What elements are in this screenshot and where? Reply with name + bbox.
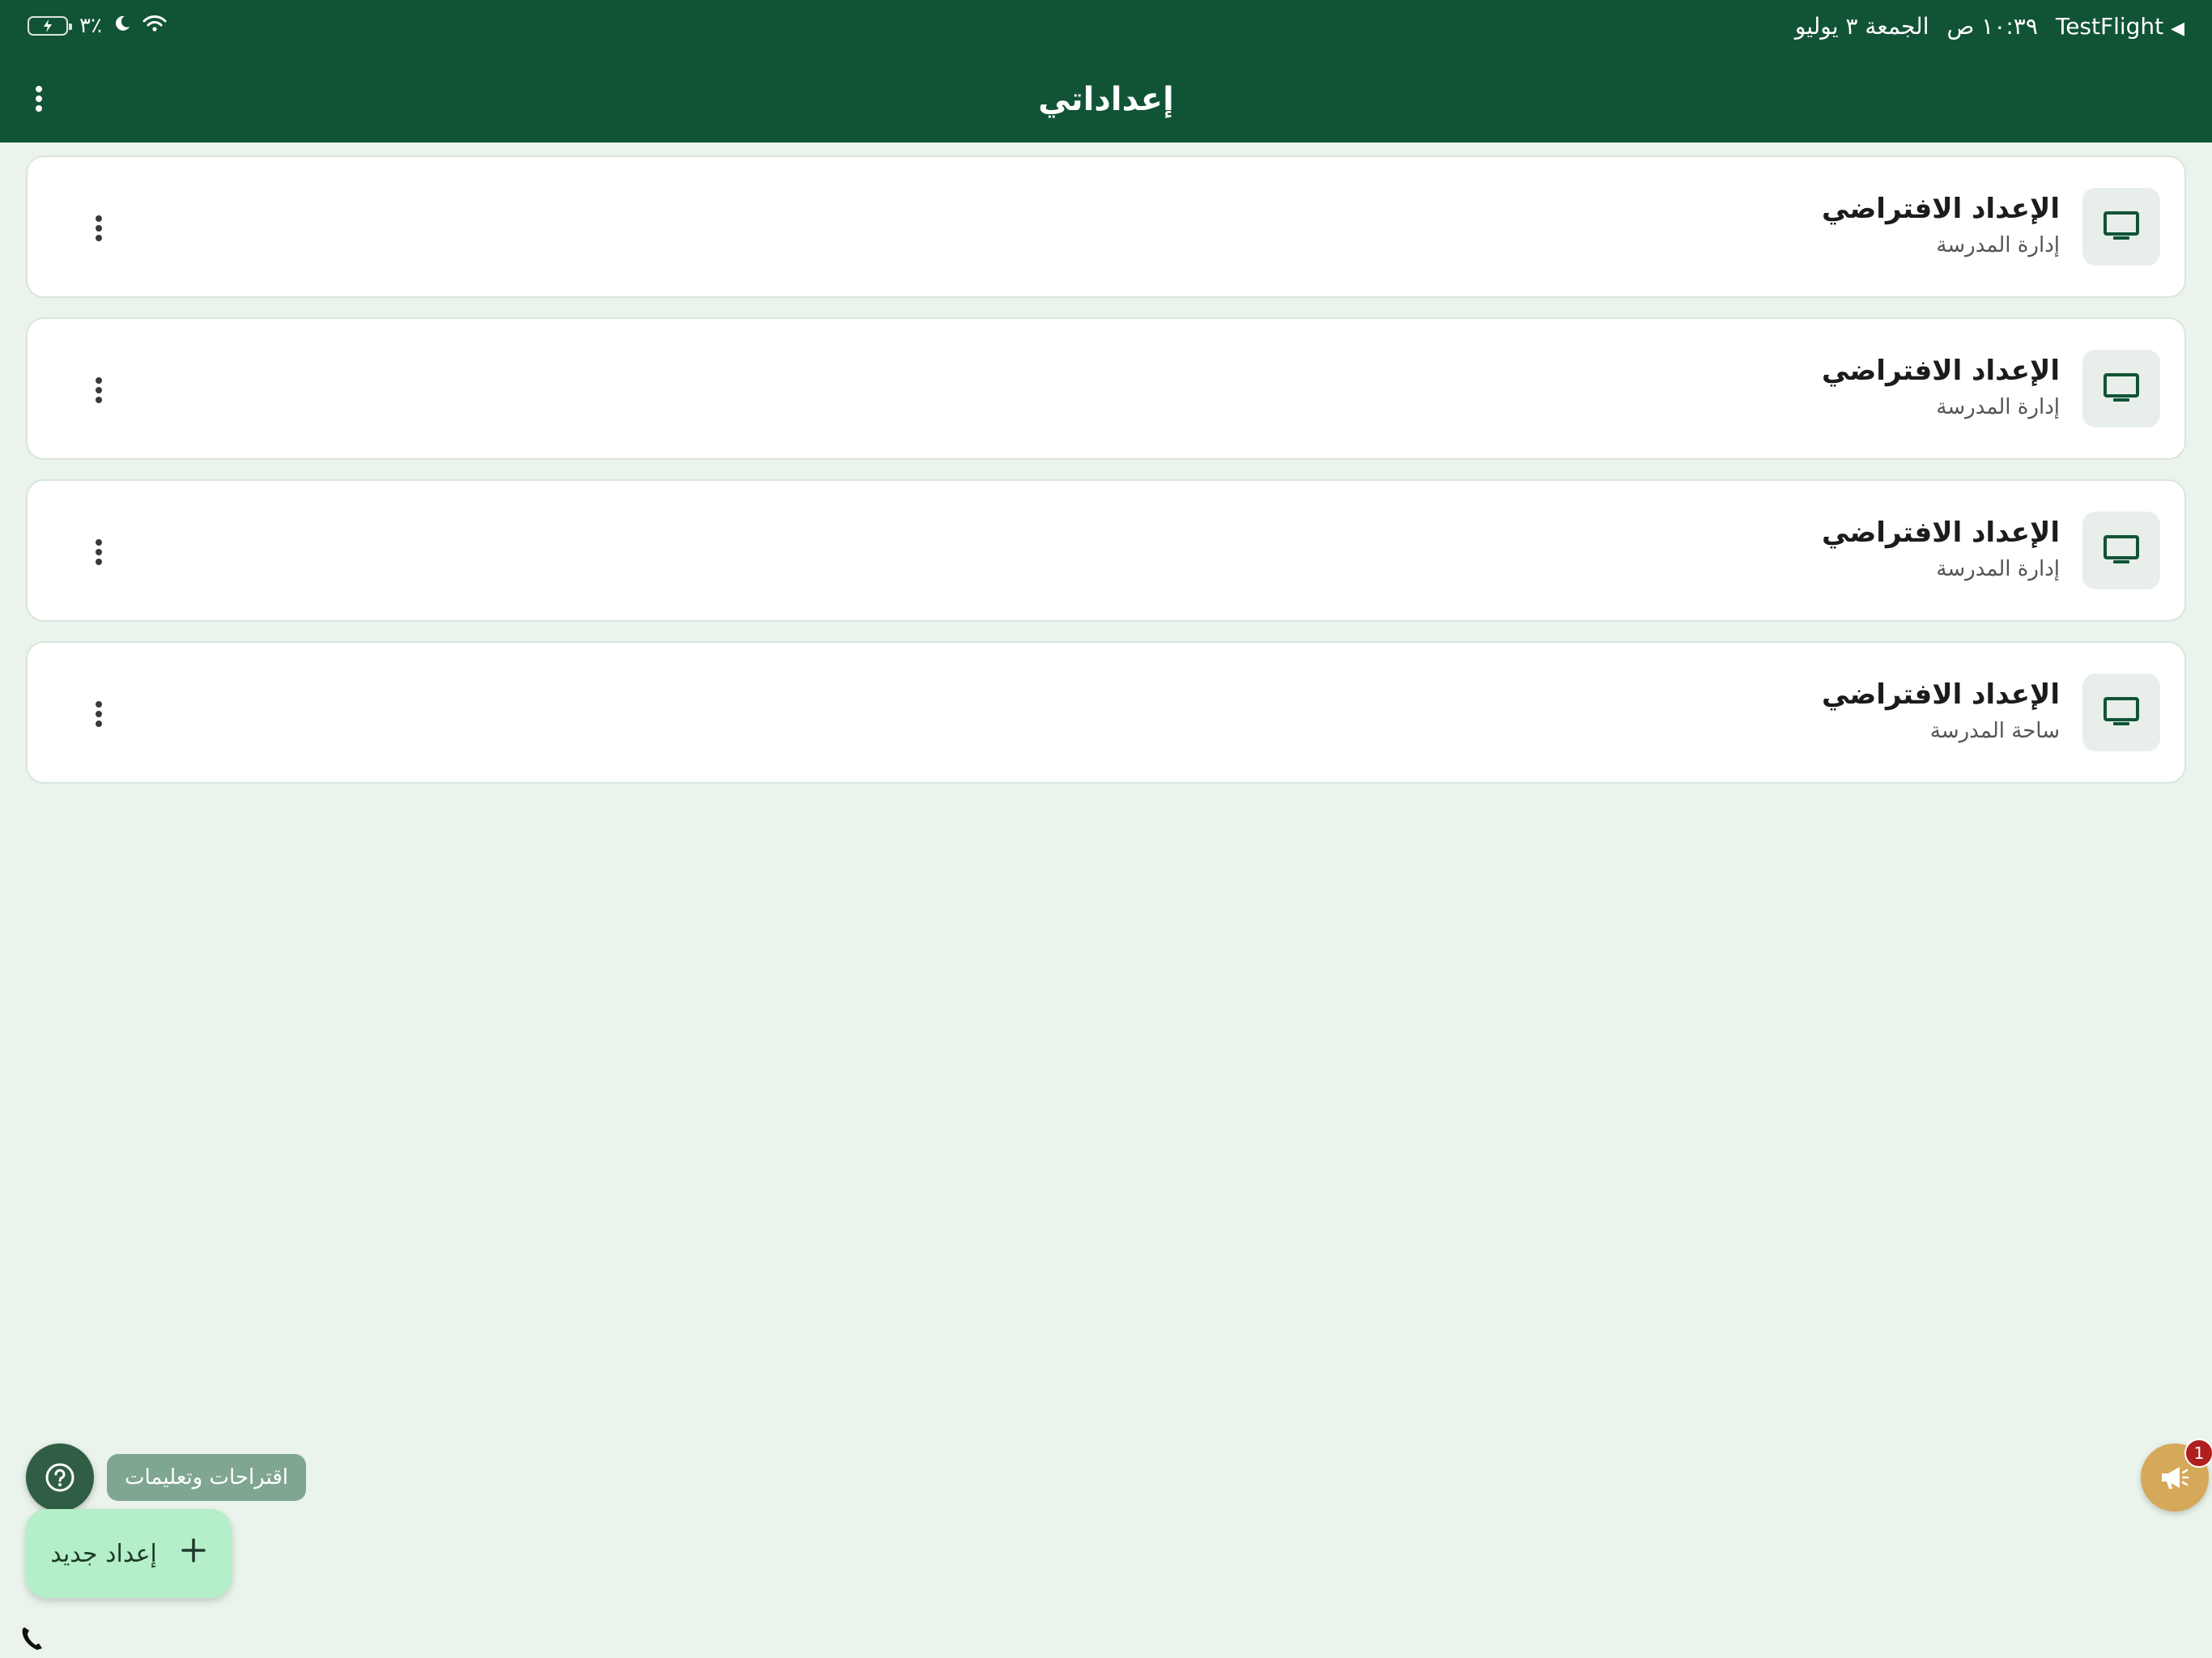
setting-subtitle: إدارة المدرسة (1936, 233, 2060, 257)
status-bar-left: ٣٪ (28, 10, 167, 42)
help-label[interactable]: اقتراحات وتعليمات (107, 1454, 307, 1501)
setting-card[interactable]: الإعداد الافتراضي إدارة المدرسة (26, 155, 2186, 298)
monitor-icon (2082, 512, 2160, 589)
back-app-label: TestFlight (2055, 12, 2164, 40)
battery-percent: ٣٪ (79, 14, 102, 38)
new-setting-label: إعداد جديد (50, 1539, 157, 1568)
question-icon (45, 1463, 74, 1492)
setting-card[interactable]: الإعداد الافتراضي إدارة المدرسة (26, 317, 2186, 460)
notification-badge: 1 (2184, 1439, 2212, 1468)
settings-list: الإعداد الافتراضي إدارة المدرسة الإعداد … (26, 155, 2186, 803)
status-bar-right: ◀ TestFlight ١٠:٣٩ ص الجمعة ٣ يوليو (1795, 10, 2184, 42)
setting-title: الإعداد الافتراضي (1822, 678, 2060, 711)
setting-title: الإعداد الافتراضي (1822, 193, 2060, 225)
setting-subtitle: إدارة المدرسة (1936, 395, 2060, 419)
status-time: ١٠:٣٩ ص (1946, 12, 2038, 40)
status-date: الجمعة ٣ يوليو (1794, 12, 1929, 40)
moon-icon (113, 14, 131, 38)
setting-more-button[interactable] (81, 688, 117, 740)
more-vertical-icon (96, 377, 102, 403)
monitor-icon (2082, 350, 2160, 427)
setting-subtitle: ساحة المدرسة (1929, 719, 2060, 743)
monitor-icon (2082, 188, 2160, 266)
top-bar: ◀ TestFlight ١٠:٣٩ ص الجمعة ٣ يوليو ٣٪ إ… (0, 0, 2212, 142)
megaphone-icon (2162, 1467, 2189, 1489)
battery-icon (28, 16, 72, 36)
page-title: إعداداتي (1038, 81, 1174, 118)
setting-subtitle: إدارة المدرسة (1936, 557, 2060, 581)
setting-more-button[interactable] (81, 526, 117, 578)
setting-title: الإعداد الافتراضي (1822, 517, 2060, 549)
wifi-icon (143, 14, 167, 38)
setting-card[interactable]: الإعداد الافتراضي إدارة المدرسة (26, 479, 2186, 622)
help-button[interactable] (26, 1443, 94, 1511)
back-to-app-link[interactable]: ◀ TestFlight (2056, 13, 2184, 40)
phone-icon[interactable] (18, 1624, 47, 1653)
monitor-icon (2082, 674, 2160, 751)
more-vertical-icon (96, 539, 102, 565)
app-bar-more-button[interactable] (21, 76, 57, 121)
setting-more-button[interactable] (81, 202, 117, 254)
play-arrow-icon: ◀ (2171, 18, 2184, 39)
setting-title: الإعداد الافتراضي (1822, 355, 2060, 387)
more-vertical-icon (36, 86, 42, 112)
more-vertical-icon (96, 701, 102, 727)
plus-icon (180, 1537, 207, 1571)
announcements-button[interactable]: 1 (2141, 1439, 2212, 1511)
setting-more-button[interactable] (81, 364, 117, 416)
app-root: ◀ TestFlight ١٠:٣٩ ص الجمعة ٣ يوليو ٣٪ إ… (0, 0, 2212, 1658)
new-setting-button[interactable]: إعداد جديد (26, 1509, 232, 1598)
more-vertical-icon (96, 215, 102, 241)
setting-card[interactable]: الإعداد الافتراضي ساحة المدرسة (26, 641, 2186, 784)
